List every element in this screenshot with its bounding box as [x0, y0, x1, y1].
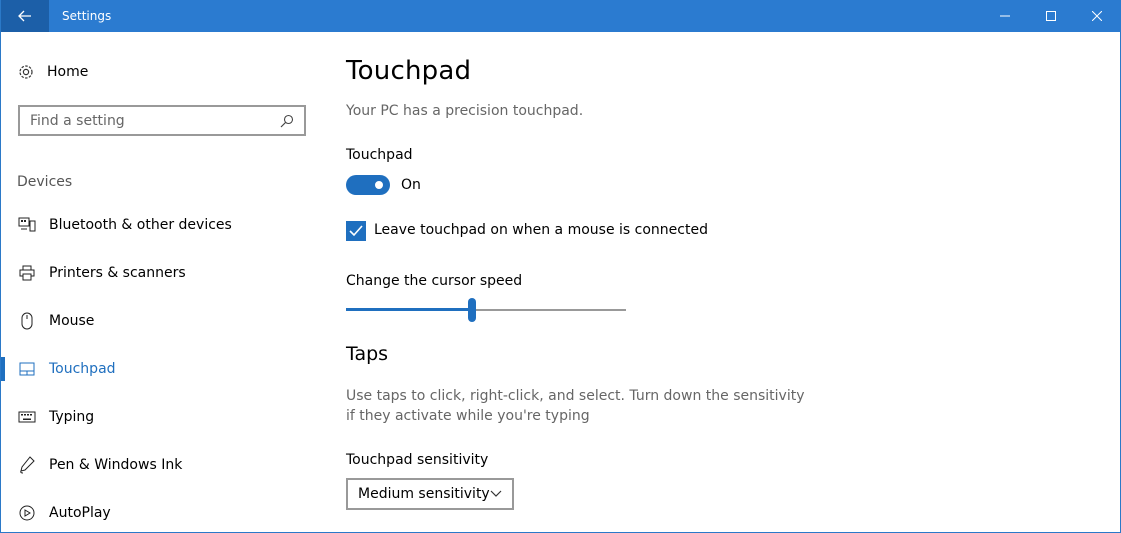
page-subtitle: Your PC has a precision touchpad.	[346, 103, 584, 119]
search-icon	[280, 114, 294, 127]
active-indicator	[1, 357, 5, 381]
sidebar-item-label: Pen & Windows Ink	[49, 457, 183, 473]
bluetooth-devices-icon	[17, 215, 37, 235]
maximize-icon	[1046, 11, 1056, 21]
taps-section-title: Taps	[346, 343, 389, 365]
minimize-button[interactable]	[982, 0, 1028, 32]
leave-touchpad-on-checkbox[interactable]	[346, 221, 366, 241]
sidebar-item-bluetooth[interactable]: Bluetooth & other devices	[1, 201, 321, 249]
mouse-icon	[17, 311, 37, 331]
back-button[interactable]	[1, 0, 49, 32]
touchpad-toggle-label: Touchpad	[346, 147, 413, 163]
home-link[interactable]: Home	[17, 60, 88, 84]
touchpad-toggle[interactable]	[346, 175, 390, 195]
home-label: Home	[47, 64, 89, 80]
sidebar-item-label: Typing	[49, 409, 95, 425]
sensitivity-dropdown[interactable]: Medium sensitivity	[346, 478, 514, 510]
sidebar-item-label: Mouse	[49, 313, 95, 329]
toggle-knob	[375, 181, 383, 189]
sidebar-item-pen[interactable]: Pen & Windows Ink	[1, 441, 321, 489]
autoplay-icon	[17, 503, 37, 523]
cursor-speed-label: Change the cursor speed	[346, 273, 523, 289]
sidebar-item-label: AutoPlay	[49, 505, 111, 521]
back-arrow-icon	[18, 10, 31, 22]
keyboard-icon	[17, 407, 37, 427]
devices-section-label: Devices	[17, 174, 73, 190]
sidebar-item-label: Bluetooth & other devices	[49, 217, 232, 233]
settings-window: Settings Home Find a setting Devices Blu…	[0, 0, 1121, 533]
page-title: Touchpad	[346, 56, 472, 86]
touchpad-icon	[17, 359, 37, 379]
sensitivity-value: Medium sensitivity	[358, 486, 490, 502]
sidebar: Home Find a setting Devices Bluetooth & …	[1, 32, 321, 533]
window-title: Settings	[62, 9, 112, 23]
sidebar-item-label: Touchpad	[49, 361, 116, 377]
sensitivity-label: Touchpad sensitivity	[346, 452, 489, 468]
sidebar-item-touchpad[interactable]: Touchpad	[1, 345, 321, 393]
slider-fill	[346, 308, 472, 311]
title-bar: Settings	[1, 0, 1121, 32]
checkbox-label: Leave touchpad on when a mouse is connec…	[374, 222, 708, 238]
minimize-icon	[1000, 15, 1010, 17]
sidebar-item-autoplay[interactable]: AutoPlay	[1, 489, 321, 533]
taps-description: Use taps to click, right-click, and sele…	[346, 388, 805, 424]
main-content: Touchpad Your PC has a precision touchpa…	[346, 32, 1106, 533]
close-button[interactable]	[1074, 0, 1120, 32]
search-input[interactable]: Find a setting	[18, 105, 306, 136]
sidebar-item-typing[interactable]: Typing	[1, 393, 321, 441]
search-placeholder: Find a setting	[30, 112, 125, 129]
printer-icon	[17, 263, 37, 283]
cursor-speed-slider[interactable]	[346, 298, 626, 322]
pen-icon	[17, 455, 37, 475]
sidebar-item-mouse[interactable]: Mouse	[1, 297, 321, 345]
close-icon	[1092, 11, 1102, 21]
checkmark-icon	[349, 225, 363, 237]
sidebar-item-label: Printers & scanners	[49, 265, 186, 281]
chevron-down-icon	[490, 490, 502, 497]
maximize-button[interactable]	[1028, 0, 1074, 32]
slider-thumb[interactable]	[468, 298, 476, 322]
sidebar-item-printers[interactable]: Printers & scanners	[1, 249, 321, 297]
gear-icon	[19, 65, 33, 79]
toggle-state-label: On	[401, 177, 421, 193]
